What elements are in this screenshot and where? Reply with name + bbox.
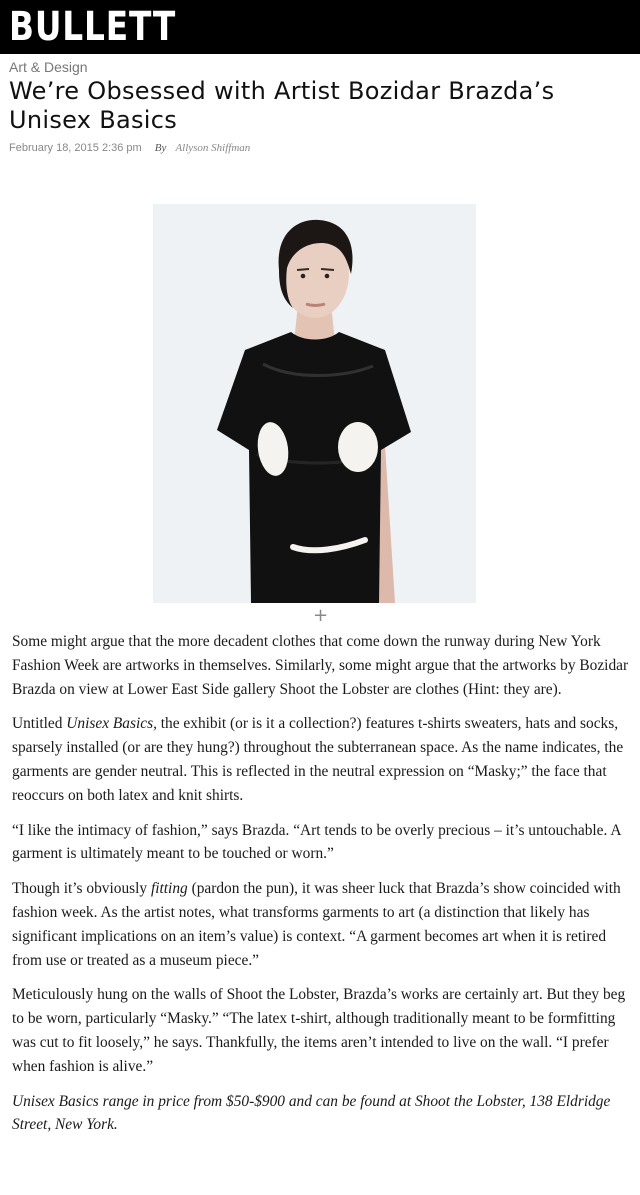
article-paragraph: “I like the intimacy of fashion,” says B…	[12, 821, 621, 863]
article-title: We’re Obsessed with Artist Bozidar Brazd…	[9, 77, 555, 134]
site-header: BULLETT	[0, 0, 640, 54]
article-footnote: Unisex Basics range in price from $50-$9…	[12, 1092, 611, 1134]
plus-icon[interactable]: +	[313, 607, 328, 625]
author-link[interactable]: Allyson Shiffman	[175, 142, 250, 154]
article-body: Some might argue that the more decadent …	[12, 630, 630, 1148]
article-meta: February 18, 2015 2:36 pm By Allyson Shi…	[9, 142, 250, 154]
article-paragraph: Untitled Unisex Basics, the exhibit (or …	[12, 715, 624, 804]
hero-photo-illustration	[153, 204, 476, 603]
article-paragraph: Some might argue that the more decadent …	[12, 633, 629, 698]
site-logo[interactable]: BULLETT	[9, 2, 176, 52]
article-paragraph: Though it’s obviously fitting (pardon th…	[12, 880, 621, 969]
byline-label: By	[154, 142, 167, 154]
article-paragraph: Meticulously hung on the walls of Shoot …	[12, 986, 626, 1075]
category-link[interactable]: Art & Design	[9, 59, 88, 75]
article-date: February 18, 2015 2:36 pm	[9, 142, 142, 154]
hero-image[interactable]	[153, 204, 476, 603]
